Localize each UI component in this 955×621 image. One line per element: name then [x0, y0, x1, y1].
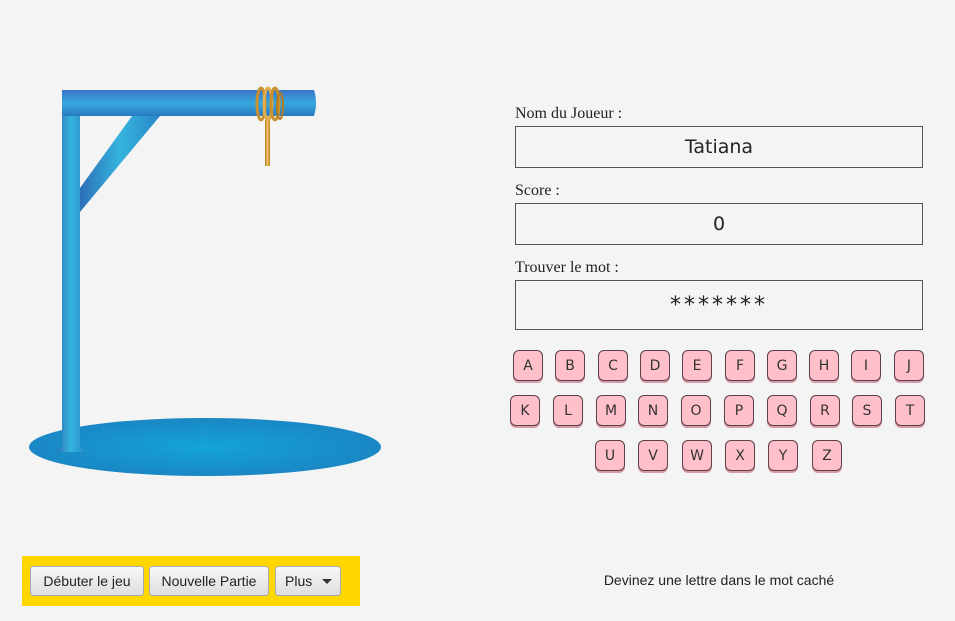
gallows-brace [80, 116, 160, 212]
status-message: Devinez une lettre dans le mot caché [603, 572, 835, 588]
letter-key-n[interactable]: N [638, 395, 668, 426]
gallows-post [56, 90, 86, 452]
word-label: Trouver le mot : [515, 259, 619, 276]
letter-key-l[interactable]: L [553, 395, 583, 426]
score-label: Score : [515, 182, 560, 199]
player-name-label: Nom du Joueur : [515, 105, 623, 122]
letter-key-r[interactable]: R [810, 395, 840, 426]
letter-key-i[interactable]: I [851, 350, 881, 381]
score-field: 0 [515, 203, 923, 245]
letter-key-j[interactable]: J [894, 350, 924, 381]
letter-key-s[interactable]: S [852, 395, 882, 426]
chevron-down-icon [322, 578, 333, 584]
player-name-field[interactable]: Tatiana [515, 126, 923, 168]
letter-key-u[interactable]: U [595, 440, 625, 471]
letter-key-g[interactable]: G [767, 350, 797, 381]
letter-key-v[interactable]: V [638, 440, 668, 471]
letter-key-p[interactable]: P [724, 395, 754, 426]
letter-key-y[interactable]: Y [768, 440, 798, 471]
letter-key-a[interactable]: A [513, 350, 543, 381]
letter-key-z[interactable]: Z [812, 440, 842, 471]
letter-key-k[interactable]: K [510, 395, 540, 426]
button-bar: Débuter le jeu Nouvelle Partie Plus [22, 556, 360, 606]
gallows-illustration [29, 86, 381, 476]
letter-key-t[interactable]: T [895, 395, 925, 426]
new-game-button[interactable]: Nouvelle Partie [149, 566, 269, 596]
hidden-word-field: ******* [515, 280, 923, 330]
letter-key-m[interactable]: M [596, 395, 626, 426]
letter-key-x[interactable]: X [725, 440, 755, 471]
letter-key-e[interactable]: E [682, 350, 712, 381]
letter-key-d[interactable]: D [640, 350, 670, 381]
letter-key-w[interactable]: W [682, 440, 712, 471]
letter-key-q[interactable]: Q [767, 395, 797, 426]
gallows-base [29, 418, 381, 476]
letter-key-c[interactable]: C [598, 350, 628, 381]
more-menu-label: Plus [285, 573, 313, 589]
letter-key-b[interactable]: B [555, 350, 585, 381]
letter-key-o[interactable]: O [681, 395, 711, 426]
start-game-button[interactable]: Débuter le jeu [30, 566, 144, 596]
letter-key-f[interactable]: F [725, 350, 755, 381]
more-menu-button[interactable]: Plus [275, 566, 341, 596]
letter-key-h[interactable]: H [809, 350, 839, 381]
